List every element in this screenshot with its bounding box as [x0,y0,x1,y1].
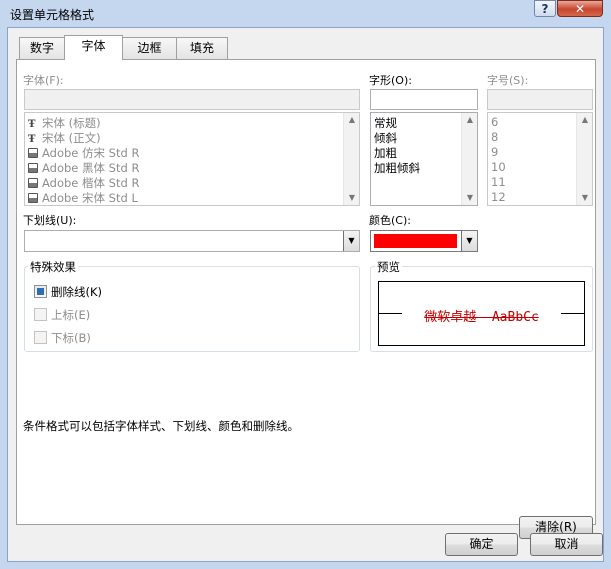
help-button[interactable]: ? [534,0,556,17]
tab-font[interactable]: 字体 [64,35,123,60]
font-input[interactable] [24,89,360,110]
underline-label: 下划线(U): [23,214,77,227]
close-button[interactable]: ✕ [557,0,603,17]
scroll-down-icon[interactable]: ▼ [462,191,477,205]
cancel-button[interactable]: 取消 [530,533,603,556]
list-item[interactable]: 9 [491,145,498,159]
size-list[interactable]: 6 8 9 10 11 12 ▲ ▼ [487,112,593,206]
list-item[interactable]: 加粗 [374,145,397,161]
superscript-label[interactable]: 上标(E) [51,307,90,323]
scroll-up-icon[interactable]: ▲ [344,113,359,127]
dialog-body: 数字 字体 边框 填充 字体(F): Ŧ 宋体 (标题) Ŧ 宋体 (正文) Ado… [7,27,604,562]
printer-font-icon [28,163,38,173]
scroll-up-icon[interactable]: ▲ [577,113,592,127]
font-tab-panel: 字体(F): Ŧ 宋体 (标题) Ŧ 宋体 (正文) Adobe 仿宋 Std R … [16,59,596,539]
title-bar[interactable]: 设置单元格格式 ? ✕ [0,0,611,27]
list-item-label: 宋体 (正文) [42,131,101,145]
scroll-down-icon[interactable]: ▼ [344,191,359,205]
underline-select[interactable]: ▼ [24,230,360,252]
list-item[interactable]: 倾斜 [374,130,397,146]
list-item[interactable]: Adobe 楷体 Std R [28,175,139,191]
strikethrough-label[interactable]: 删除线(K) [51,284,102,300]
color-label: 颜色(C): [369,214,411,227]
ok-button[interactable]: 确定 [445,533,518,556]
list-item[interactable]: Adobe 仿宋 Std R [28,145,139,161]
format-cells-dialog: 设置单元格格式 ? ✕ 数字 字体 边框 填充 字体(F): Ŧ 宋体 (标题) … [0,0,611,569]
chevron-down-icon[interactable]: ▼ [343,231,359,251]
printer-font-icon [28,178,38,188]
style-input[interactable] [370,89,478,110]
dialog-title: 设置单元格格式 [10,8,95,22]
list-item[interactable]: 8 [491,130,498,144]
style-list-scrollbar[interactable]: ▲ ▼ [461,113,477,205]
chevron-down-icon[interactable]: ▼ [461,231,477,251]
style-list[interactable]: 常规 倾斜 加粗 加粗倾斜 ▲ ▼ [370,112,478,206]
style-label: 字形(O): [369,74,412,87]
list-item[interactable]: 12 [491,190,506,204]
list-item[interactable]: 加粗倾斜 [374,160,420,176]
font-label: 字体(F): [23,74,64,87]
printer-font-icon [28,193,38,203]
truetype-icon: Ŧ [28,134,36,145]
list-item-label: Adobe 楷体 Std R [42,176,140,190]
list-item[interactable]: Adobe 宋体 Std L [28,190,138,205]
size-label: 字号(S): [487,74,529,87]
size-list-scrollbar[interactable]: ▲ ▼ [576,113,592,205]
preview-box: 微软卓越 AaBbCc [378,281,585,346]
list-item[interactable]: Ŧ 宋体 (正文) [28,130,101,146]
list-item[interactable]: 常规 [374,115,397,131]
list-item[interactable]: 10 [491,160,506,174]
tab-border[interactable]: 边框 [122,37,177,59]
subscript-checkbox[interactable] [34,331,47,344]
info-text: 条件格式可以包括字体样式、下划线、颜色和删除线。 [23,419,299,433]
tab-fill[interactable]: 填充 [176,37,228,59]
list-item-label: Adobe 黑体 Std R [42,161,140,175]
color-picker[interactable]: ▼ [370,230,478,252]
strikethrough-checkbox[interactable] [34,285,47,298]
list-item-label: 宋体 (标题) [42,116,101,130]
truetype-icon: Ŧ [28,119,36,130]
superscript-checkbox[interactable] [34,308,47,321]
scroll-up-icon[interactable]: ▲ [462,113,477,127]
preview-sample: 微软卓越 AaBbCc [424,310,539,325]
preview-title: 预览 [375,259,402,275]
list-item[interactable]: Ŧ 宋体 (标题) [28,115,101,131]
list-item-label: Adobe 仿宋 Std R [42,146,140,160]
printer-font-icon [28,148,38,158]
list-item[interactable]: 11 [491,175,506,189]
color-swatch [374,234,457,248]
font-list[interactable]: Ŧ 宋体 (标题) Ŧ 宋体 (正文) Adobe 仿宋 Std R Adobe 黑… [24,112,360,206]
size-input[interactable] [487,89,593,110]
effects-title: 特殊效果 [28,259,78,275]
tab-number[interactable]: 数字 [19,37,65,59]
list-item[interactable]: Adobe 黑体 Std R [28,160,139,176]
scroll-down-icon[interactable]: ▼ [577,191,592,205]
list-item-label: Adobe 宋体 Std L [42,191,138,205]
list-item[interactable]: 6 [491,115,498,129]
subscript-label[interactable]: 下标(B) [51,330,91,346]
font-list-scrollbar[interactable]: ▲ ▼ [343,113,359,205]
